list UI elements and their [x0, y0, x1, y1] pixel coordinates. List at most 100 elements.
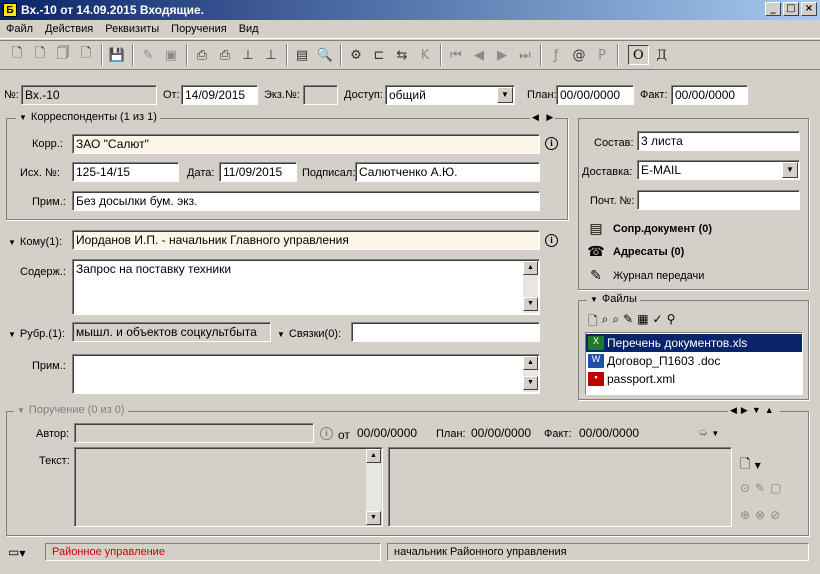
info-icon[interactable]: i [320, 427, 333, 440]
route-icon[interactable]: ⇆ [391, 44, 413, 66]
chevron-down-icon[interactable]: ▼ [782, 162, 798, 178]
assignment-send-icon[interactable]: ➭ ▼ [698, 425, 719, 439]
check-signature-icon[interactable]: ⚲ [667, 312, 676, 333]
journal-icon: ✎ [590, 268, 602, 284]
file-item[interactable]: X Перечень документов.xls [586, 334, 802, 352]
menu-view[interactable]: Вид [233, 23, 265, 35]
scrollbar[interactable]: ▲ ▼ [523, 356, 538, 392]
scroll-up-icon[interactable]: ▲ [366, 449, 381, 463]
new-linked-icon[interactable]: 🗋 [75, 44, 97, 66]
podpisal-field[interactable]: Салютченко А.Ю. [355, 162, 540, 182]
rubr-header[interactable]: ▼ Рубр.(1): [8, 328, 65, 340]
menu-actions[interactable]: Действия [39, 23, 99, 35]
k-icon[interactable]: K [414, 44, 436, 66]
correspondents-nav[interactable]: ◀ ▶ [530, 112, 556, 123]
sign-file-icon[interactable]: ✓ [653, 312, 663, 333]
svyazki-header[interactable]: ▼ Связки(0): [277, 328, 341, 340]
close-button[interactable]: × [801, 2, 817, 16]
new-from-template-icon[interactable]: 🗋 [29, 44, 51, 66]
delete-icon[interactable]: ▣ [160, 44, 182, 66]
menu-assignments[interactable]: Поручения [165, 23, 233, 35]
edit-file-icon[interactable]: ✎ [623, 312, 633, 333]
add-file-icon[interactable]: 🗋 [588, 312, 598, 333]
copy-document-icon[interactable]: 🗍 [52, 44, 74, 66]
assignment-fakt-label: Факт: [544, 428, 572, 440]
dostavka-label: Доставка: [582, 166, 633, 178]
view-file-icon[interactable]: ⌕ [612, 312, 619, 333]
card-icon[interactable]: ▤ [291, 44, 313, 66]
file-item[interactable]: ▪ passport.xml [586, 370, 802, 388]
komu-field[interactable]: Иорданов И.П. - начальник Главного управ… [72, 230, 540, 250]
assignment-header[interactable]: ▼ Поручение (0 из 0) [14, 404, 128, 416]
dostavka-select[interactable]: E-MAIL ▼ [637, 160, 800, 180]
link-journal[interactable]: ✎ Журнал передачи [587, 268, 704, 284]
prim-main-textarea[interactable]: ▲ ▼ [72, 354, 540, 394]
executor-actions-2[interactable]: ⊕⊗⊘ [740, 508, 785, 522]
print-preview-icon[interactable]: ⎙ [214, 44, 236, 66]
print-icon[interactable]: ⎙ [191, 44, 213, 66]
files-header[interactable]: ▼ Файлы [587, 293, 640, 305]
find-icon[interactable]: 🔍 [314, 44, 336, 66]
ot-date-field[interactable]: 14/09/2015 [181, 85, 258, 105]
prev-record-icon[interactable]: ◀ [468, 44, 490, 66]
chevron-down-icon[interactable]: ▼ [497, 87, 513, 103]
prim-field[interactable]: Без досылки бум. экз. [72, 191, 540, 211]
info-icon[interactable]: i [545, 137, 558, 150]
korr-field[interactable]: ЗАО "Салют" [72, 134, 540, 154]
scrollbar[interactable]: ▲ ▼ [366, 449, 381, 525]
save-icon[interactable]: 💾 [106, 44, 128, 66]
fakt-date-field[interactable]: 00/00/0000 [671, 85, 748, 105]
add-executor-icon[interactable]: 🗋 ▼ [740, 455, 761, 477]
svyazki-field[interactable] [351, 322, 540, 342]
sign-icon[interactable]: ƒ [545, 44, 567, 66]
field-icon[interactable]: ⊏ [368, 44, 390, 66]
rubr-field[interactable]: мышл. и объектов соцкультбыта [72, 322, 271, 342]
scroll-down-icon[interactable]: ▼ [523, 297, 538, 311]
executors-panel[interactable] [388, 447, 732, 527]
link-linked-doc[interactable]: ▤ Сопр.документ (0) [587, 221, 712, 237]
stamp-icon[interactable]: ⊥ [237, 44, 259, 66]
menu-file[interactable]: Файл [0, 23, 39, 35]
settings-gear-icon[interactable]: ⚙ [345, 44, 367, 66]
d-button[interactable]: Д [651, 44, 673, 66]
avtor-field[interactable] [74, 423, 314, 443]
plan-date-field[interactable]: 00/00/0000 [556, 85, 634, 105]
email-icon[interactable]: @ [568, 44, 590, 66]
isx-field[interactable]: 125-14/15 [72, 162, 179, 182]
tekst-textarea[interactable]: ▲ ▼ [74, 447, 383, 527]
scrollbar[interactable]: ▲ ▼ [523, 261, 538, 313]
next-record-icon[interactable]: ▶ [491, 44, 513, 66]
link-recipients[interactable]: ☎ Адресаты (0) [587, 244, 684, 260]
scan-file-icon[interactable]: ⌕ [602, 312, 609, 333]
ekz-field[interactable] [303, 85, 338, 105]
pocht-field[interactable] [637, 190, 800, 210]
scroll-down-icon[interactable]: ▼ [523, 376, 538, 390]
rk-icon[interactable]: Р [591, 44, 613, 66]
scroll-up-icon[interactable]: ▲ [523, 261, 538, 275]
new-document-icon[interactable]: 🗋 [6, 44, 28, 66]
scroll-up-icon[interactable]: ▲ [523, 356, 538, 370]
komu-header[interactable]: ▼ Кому(1): [8, 236, 62, 248]
data-field[interactable]: 11/09/2015 [219, 162, 297, 182]
correspondents-header[interactable]: ▼ Корреспонденты (1 из 1) [16, 111, 160, 123]
ekz-label: Экз.№: [264, 89, 300, 101]
paste-file-icon[interactable]: ▦ [637, 312, 648, 333]
first-record-icon[interactable]: ⏮ [445, 44, 467, 66]
dostup-select[interactable]: общий ▼ [385, 85, 515, 105]
edit-icon[interactable]: ✎ [137, 44, 159, 66]
sostav-field[interactable]: 3 листа [637, 131, 800, 151]
last-record-icon[interactable]: ⏭ [514, 44, 536, 66]
assignment-nav[interactable]: ◀▶▼▲ [728, 405, 780, 416]
menu-requisites[interactable]: Реквизиты [99, 23, 165, 35]
stamp-register-icon[interactable]: ⊥ [260, 44, 282, 66]
status-menu-icon[interactable]: ▭▼ [8, 545, 26, 559]
no-field[interactable]: Вх.-10 [21, 85, 157, 105]
executor-actions[interactable]: ⊙✎▢ [740, 481, 786, 495]
soderzh-textarea[interactable]: Запрос на поставку техники ▲ ▼ [72, 259, 540, 315]
file-item[interactable]: W Договор_П1603 .doc [586, 352, 802, 370]
maximize-button[interactable]: □ [783, 2, 799, 16]
info-icon[interactable]: i [545, 234, 558, 247]
o-button[interactable]: О [628, 45, 649, 65]
minimize-button[interactable]: _ [765, 2, 781, 16]
scroll-down-icon[interactable]: ▼ [366, 511, 381, 525]
